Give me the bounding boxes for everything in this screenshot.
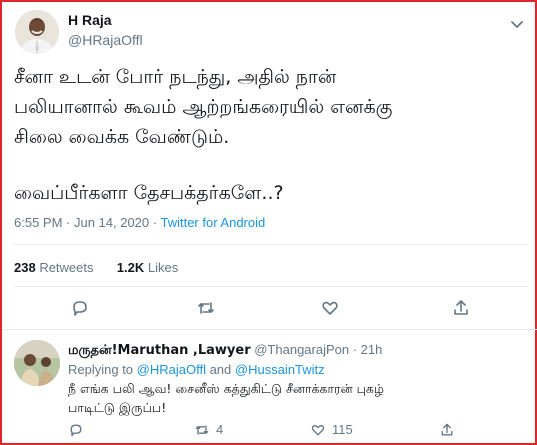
tweet-timestamp[interactable]: 6:55 PM · Jun 14, 2020 · [14, 215, 160, 230]
comment-icon[interactable] [70, 298, 90, 318]
reply-like-action[interactable]: 115 [310, 421, 353, 439]
reply-header: மருதன்!Maruthan ,Lawyer @ThangarajPon · … [68, 342, 382, 359]
retweets-label: Retweets [35, 260, 94, 275]
reply-text-line: பாடிட்டு இருப்ப! [68, 400, 167, 415]
heart-icon [311, 424, 325, 436]
tweet-stats: 238 Retweets 1.2K Likes [14, 260, 178, 275]
retweets-count: 238 [14, 260, 36, 275]
mention-link[interactable]: @HussainTwitz [235, 362, 325, 377]
tweet-text-line: சிலை வைக்க வேண்டும். [14, 126, 230, 148]
tweet-text-line: வைப்பீர்களா தேசபக்தர்களே..? [14, 182, 284, 204]
author-name[interactable]: H Raja [68, 12, 112, 28]
reply-comment-action[interactable] [68, 421, 84, 439]
replying-to-label: Replying to [68, 362, 137, 377]
comment-icon [70, 424, 82, 436]
divider [14, 286, 528, 287]
reply-likes-count: 115 [332, 422, 353, 438]
reply-retweet-action[interactable]: 4 [194, 421, 223, 439]
retweets-stat[interactable]: 238 Retweets [14, 260, 94, 275]
avatar[interactable] [15, 10, 59, 54]
replying-to: Replying to @HRajaOffl and @HussainTwitz [68, 362, 325, 377]
likes-stat[interactable]: 1.2K Likes [117, 260, 178, 275]
tweet-text-line: சீனா உடன் போர் நடந்து, அதில் நான் [14, 66, 337, 88]
retweet-icon [195, 424, 209, 435]
tweet-text: சீனா உடன் போர் நடந்து, அதில் நான் பலியான… [14, 62, 524, 208]
share-icon[interactable] [451, 298, 471, 318]
replying-to-and: and [205, 362, 235, 377]
reply-author-name[interactable]: மருதன்!Maruthan ,Lawyer [68, 343, 251, 358]
likes-count: 1.2K [116, 260, 145, 275]
reply-author-handle[interactable]: @ThangarajPon · 21h [251, 342, 382, 357]
reply-share-action[interactable] [439, 421, 455, 439]
reply-text-line: நீ எங்க பலி ஆவ! சைனீஸ் கத்துகிட்டு சீனாக… [68, 381, 384, 396]
reply-tweet: மருதன்!Maruthan ,Lawyer @ThangarajPon · … [4, 330, 537, 445]
reply-retweets-count: 4 [216, 422, 224, 438]
screenshot-frame: H Raja @HRajaOffl சீனா உடன் போர் நடந்து,… [0, 0, 537, 445]
likes-label: Likes [144, 260, 179, 275]
reply-text: நீ எங்க பலி ஆவ! சைனீஸ் கத்துகிட்டு சீனாக… [68, 379, 508, 417]
heart-icon[interactable] [320, 298, 340, 318]
author-handle[interactable]: @HRajaOffl [68, 32, 143, 48]
tweet-text-line: பலியானால் கூவம் ஆற்றங்கரையில் எனக்கு [14, 96, 393, 118]
retweet-icon[interactable] [196, 298, 216, 318]
tweet-meta: 6:55 PM · Jun 14, 2020 · Twitter for And… [14, 215, 265, 230]
main-tweet: H Raja @HRajaOffl சீனா உடன் போர் நடந்து,… [4, 4, 537, 329]
tweet-source-link[interactable]: Twitter for Android [160, 215, 265, 230]
mention-link[interactable]: @HRajaOffl [137, 362, 206, 377]
reply-avatar[interactable] [14, 340, 60, 386]
chevron-down-icon[interactable] [507, 14, 527, 34]
divider [14, 244, 528, 245]
tweet-actions [4, 294, 537, 322]
share-icon [441, 423, 453, 436]
